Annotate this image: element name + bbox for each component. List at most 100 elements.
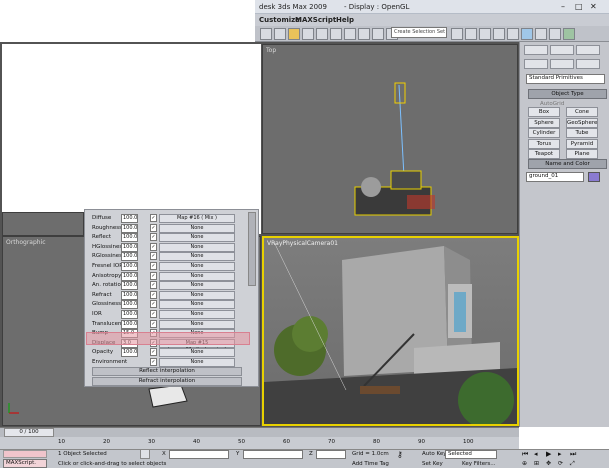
material-row-checkbox[interactable]: ✓ <box>150 262 157 270</box>
selection-lock-icon[interactable] <box>140 449 150 459</box>
curve-editor-icon[interactable] <box>493 28 505 40</box>
material-row-checkbox[interactable]: ✓ <box>150 214 157 222</box>
geometry-icon[interactable] <box>524 59 548 69</box>
close-icon[interactable]: ✕ <box>590 2 597 11</box>
add-time-tag[interactable]: Add Time Tag <box>352 461 389 467</box>
primitive-button-pyramid[interactable]: Pyramid <box>566 138 598 149</box>
material-row-map-button[interactable]: None <box>159 242 235 252</box>
auto-key-button[interactable]: Auto Key <box>422 451 447 457</box>
material-row-checkbox[interactable]: ✓ <box>150 290 157 299</box>
viewport-persp-label[interactable]: VRayPhysicalCamera01 <box>267 240 338 247</box>
render-setup-icon[interactable] <box>535 28 547 40</box>
material-row-amount[interactable]: 100.0 <box>121 300 138 310</box>
reflect-interpolation-rollout[interactable]: Reflect interpolation <box>92 367 242 376</box>
material-row-amount[interactable]: 100.0 <box>121 233 138 243</box>
previous-frame-icon[interactable]: ◂ <box>534 450 538 458</box>
menu-help[interactable]: Help <box>336 16 354 24</box>
material-row-map-button[interactable]: None <box>159 348 235 358</box>
primitive-button-torus[interactable]: Torus <box>528 138 560 149</box>
material-row-map-button[interactable]: None <box>159 319 235 329</box>
material-row-amount[interactable]: 100.0 <box>121 281 138 291</box>
select-move-icon[interactable] <box>288 28 300 40</box>
time-slider-thumb[interactable]: 0 / 100 <box>4 428 54 437</box>
key-mode-dropdown[interactable]: Selected <box>445 450 497 459</box>
window-crossing-icon[interactable] <box>274 28 286 40</box>
material-row-checkbox[interactable]: ✓ <box>150 281 157 290</box>
play-icon[interactable]: ▶ <box>546 450 551 458</box>
coordinate-dropdown-icon[interactable] <box>330 28 342 40</box>
selection-set-dropdown[interactable]: Create Selection Set <box>391 27 447 38</box>
select-rotate-icon[interactable] <box>302 28 314 40</box>
material-row-map-button[interactable]: None <box>159 290 235 300</box>
align-icon[interactable] <box>465 28 477 40</box>
object-color-swatch[interactable] <box>588 172 600 182</box>
material-row-amount[interactable]: 100.0 <box>121 262 138 271</box>
maximize-icon[interactable]: □ <box>575 2 583 11</box>
maxscript-listener[interactable]: MAXScript. <box>3 459 47 468</box>
zoom-all-icon[interactable]: ⊞ <box>534 460 539 467</box>
pivot-icon[interactable] <box>344 28 356 40</box>
zoom-icon[interactable]: ⊕ <box>522 460 527 467</box>
create-tab-icon[interactable] <box>524 45 548 55</box>
material-row-amount[interactable]: 100.0 <box>121 319 138 329</box>
schematic-icon[interactable] <box>507 28 519 40</box>
primitive-button-box[interactable]: Box <box>528 107 560 117</box>
primitives-dropdown[interactable]: Standard Primitives <box>526 74 605 84</box>
material-row-checkbox[interactable]: ✓ <box>150 300 157 309</box>
primitive-button-plane[interactable]: Plane <box>566 149 598 159</box>
refract-interpolation-rollout[interactable]: Refract interpolation <box>92 377 242 386</box>
material-row-map-button[interactable]: None <box>159 252 235 262</box>
name-color-rollout[interactable]: Name and Color <box>528 159 607 169</box>
material-row-checkbox[interactable]: ✓ <box>150 252 157 261</box>
material-row-amount[interactable]: 100.0 <box>121 242 138 252</box>
material-row-map-button[interactable]: Map #16 ( Mix ) <box>159 214 235 223</box>
material-row-amount[interactable]: 100.0 <box>121 214 138 223</box>
material-row-checkbox[interactable]: ✓ <box>150 271 157 280</box>
primitive-button-teapot[interactable]: Teapot <box>528 149 560 159</box>
select-scale-icon[interactable] <box>316 28 328 40</box>
material-editor-icon[interactable] <box>521 28 533 40</box>
viewport-perspective[interactable]: VRayPhysicalCamera01 <box>262 236 519 426</box>
orbit-icon[interactable]: ⟳ <box>558 460 563 467</box>
track-bar[interactable] <box>0 437 519 449</box>
material-row-checkbox[interactable]: ✓ <box>150 319 157 328</box>
material-row-checkbox[interactable]: ✓ <box>150 348 157 357</box>
x-coordinate-input[interactable] <box>169 450 229 459</box>
go-to-end-icon[interactable]: ⏭ <box>570 450 576 459</box>
material-row-amount[interactable]: 100.0 <box>121 348 138 358</box>
primitive-button-geosphere[interactable]: GeoSphere <box>566 117 598 128</box>
primitive-button-sphere[interactable]: Sphere <box>528 117 560 128</box>
key-icon[interactable]: ⚷ <box>397 451 409 459</box>
set-key-button[interactable]: Set Key <box>422 461 443 467</box>
material-row-checkbox[interactable]: ✓ <box>150 242 157 251</box>
material-row-map-button[interactable]: None <box>159 358 235 367</box>
primitive-button-cone[interactable]: Cone <box>566 107 598 117</box>
material-row-checkbox[interactable]: ✓ <box>150 358 157 366</box>
pan-icon[interactable]: ✥ <box>546 460 551 467</box>
y-coordinate-input[interactable] <box>243 450 303 459</box>
material-row-map-button[interactable]: None <box>159 271 235 281</box>
material-row-map-button[interactable]: None <box>159 223 235 233</box>
material-row-checkbox[interactable]: ✓ <box>150 233 157 242</box>
minimize-icon[interactable]: – <box>561 2 565 11</box>
viewport-top[interactable]: Top <box>262 44 518 234</box>
go-to-start-icon[interactable]: ⏮ <box>522 450 528 459</box>
material-row-map-button[interactable]: None <box>159 281 235 291</box>
key-filters-button[interactable]: Key Filters... <box>462 461 495 467</box>
object-name-input[interactable]: ground_01 <box>526 172 584 182</box>
time-slider[interactable]: 0 / 100 <box>0 427 519 437</box>
z-coordinate-input[interactable] <box>316 450 346 459</box>
select-region-icon[interactable] <box>260 28 272 40</box>
mirror-icon[interactable] <box>451 28 463 40</box>
primitive-button-tube[interactable]: Tube <box>566 128 598 138</box>
maxscript-mini-listener[interactable] <box>3 450 47 458</box>
modify-tab-icon[interactable] <box>550 45 574 55</box>
render-frame-icon[interactable] <box>549 28 561 40</box>
menu-customize[interactable]: Customize <box>259 16 300 24</box>
material-row-map-button[interactable]: None <box>159 233 235 243</box>
material-row-map-button[interactable]: None <box>159 262 235 271</box>
lights-icon[interactable] <box>576 59 600 69</box>
material-row-checkbox[interactable]: ✓ <box>150 223 157 232</box>
menu-maxscript[interactable]: MAXScript <box>295 16 336 24</box>
material-row-amount[interactable]: 100.0 <box>121 223 138 233</box>
